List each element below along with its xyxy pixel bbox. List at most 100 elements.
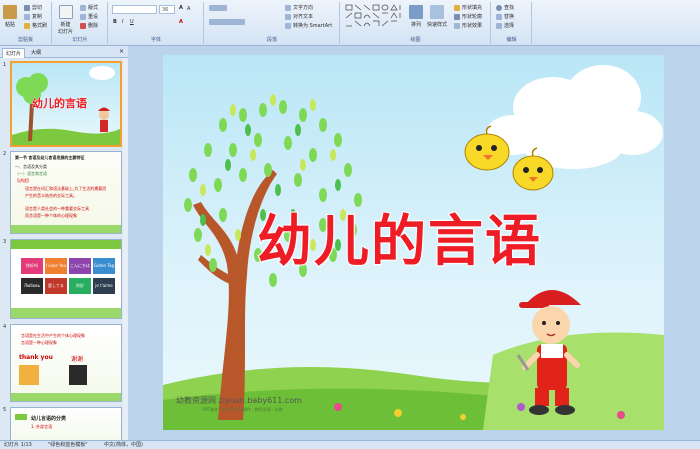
- reset-button[interactable]: 重设: [80, 13, 98, 20]
- thumb-3-cell: こんにちは: [69, 258, 91, 274]
- smartart-button[interactable]: 转换为 SmartArt: [285, 22, 332, 29]
- thumb-3-grass: [11, 308, 121, 318]
- slide-indicator: 幻灯片 1/13: [4, 442, 32, 448]
- font-color-button[interactable]: A: [179, 19, 183, 25]
- font-size-combo[interactable]: 36: [159, 5, 175, 14]
- thumb-text-line: 语言是在词汇和语法基础上,为了生活的需要而: [25, 186, 107, 191]
- thumb-text-line: 产生的音义结合的交际工具。: [25, 193, 77, 198]
- scissors-icon: [24, 4, 30, 11]
- thumbnail-scrollbar[interactable]: [123, 58, 128, 440]
- thumb-text-line: 言语是在生活中产生的个体心理现象: [21, 333, 85, 338]
- thumb-3-cell: Любовь: [21, 278, 43, 294]
- copy-button[interactable]: 复制: [24, 13, 42, 20]
- tab-outline[interactable]: 大纲: [28, 48, 44, 58]
- editing-label: 编辑: [506, 37, 517, 43]
- new-slide-icon: [58, 5, 73, 19]
- arrange-button[interactable]: 排列: [409, 5, 423, 28]
- select-icon: [496, 22, 502, 29]
- replace-button[interactable]: 替换: [496, 13, 514, 20]
- replace-icon: [496, 13, 502, 20]
- new-slide-button[interactable]: 新建 幻灯片: [58, 5, 73, 35]
- select-button[interactable]: 选择: [496, 22, 514, 29]
- grow-font-button[interactable]: A: [179, 5, 183, 11]
- text-direction-button[interactable]: 文字方向: [285, 4, 313, 11]
- align-icon: [209, 19, 245, 25]
- thumb-4-grass: [11, 393, 121, 401]
- thumb-number: 5: [3, 407, 7, 413]
- thumb-3-cell: 你好: [69, 278, 91, 294]
- current-slide[interactable]: 幼儿的言语 幼教资源网 ziyuan.baby611.com PPT课件 · 幼…: [163, 55, 664, 430]
- slide-thumbnail-3[interactable]: 你好吗 I Love You こんにちは Guten Tag Любовь 愛し…: [10, 239, 122, 319]
- shape-outline-button[interactable]: 形状轮廓: [454, 13, 482, 20]
- brush-icon: [24, 22, 30, 29]
- thumb-3-cell: Guten Tag: [93, 258, 115, 274]
- tab-slides[interactable]: 幻灯片: [2, 48, 26, 58]
- align-text-icon: [285, 13, 291, 20]
- thumb-3-cell: je t'aime: [93, 278, 115, 294]
- align-text-button[interactable]: 对齐文本: [285, 13, 313, 20]
- shapes-gallery[interactable]: [345, 4, 405, 28]
- shapes-icon: [345, 4, 401, 27]
- close-panel-icon[interactable]: ×: [119, 48, 124, 55]
- align-buttons[interactable]: [209, 19, 245, 25]
- drawing-label: 绘图: [410, 37, 421, 43]
- thumb-text-line: 一、言语及其分类: [15, 164, 47, 169]
- slide-thumbnail-5[interactable]: 幼儿言语的分类 1. 外部言语: [10, 407, 122, 440]
- editing-group: 查找 替换 选择 编辑: [492, 2, 532, 44]
- font-name-combo[interactable]: [112, 5, 157, 14]
- thumb-text-line: 谢谢: [71, 356, 84, 363]
- find-button[interactable]: 查找: [496, 4, 514, 11]
- delete-button[interactable]: 删除: [80, 22, 98, 29]
- thumb-text-line: 言语是一种心理现象: [21, 340, 57, 345]
- thumb-text-line: 而言语是一种个体的心理现象: [25, 213, 77, 218]
- paragraph-group: 文字方向 对齐文本 转换为 SmartArt 段落: [205, 2, 340, 44]
- bullets-icon: [209, 5, 227, 11]
- format-painter-button[interactable]: 格式刷: [24, 22, 47, 29]
- find-icon: [496, 4, 502, 11]
- slide-title[interactable]: 幼儿的言语: [256, 196, 542, 276]
- clipboard-group: 粘贴 剪切 复制 格式刷 剪贴板: [0, 2, 52, 44]
- thumb-text-line: 幼儿言语的分类: [31, 416, 67, 422]
- cloud: [485, 65, 663, 169]
- effects-icon: [454, 22, 460, 29]
- paragraph-label: 段落: [266, 37, 277, 43]
- slide-thumbnail-panel: 1 幼儿的言语 2 第一节 言语及幼儿言语发展的主要特征 一、言语及其分类 （一…: [0, 58, 128, 440]
- layout-button[interactable]: 版式: [80, 4, 98, 11]
- slides-label: 幻灯片: [72, 37, 88, 43]
- text-direction-icon: [285, 4, 291, 11]
- slide-thumbnail-2[interactable]: 第一节 言语及幼儿言语发展的主要特征 一、言语及其分类 （一）语言和言语 【讲述…: [10, 151, 122, 234]
- smartart-icon: [285, 22, 291, 29]
- thumb-3-cell: 愛してる: [45, 278, 67, 294]
- shape-effects-button[interactable]: 形状效果: [454, 22, 482, 29]
- thumb-text-line: 【讲述】: [15, 178, 31, 183]
- arrange-icon: [409, 5, 423, 19]
- slide-thumbnail-1[interactable]: 幼儿的言语: [10, 61, 122, 147]
- thumb-3-cell: 你好吗: [21, 258, 43, 274]
- font-group: 36 A A B I U A 字体: [109, 2, 204, 44]
- slide-thumbnail-4[interactable]: 言语是在生活中产生的个体心理现象 言语是一种心理现象 thank you 谢谢: [10, 324, 122, 402]
- thumb-number: 3: [3, 239, 7, 245]
- thumb-number: 2: [3, 151, 7, 157]
- thumb-1-title: 幼儿的言语: [32, 97, 88, 111]
- thumb-3-cell: I Love You: [45, 258, 67, 274]
- thumb-text-line: （一）语言和言语: [15, 171, 47, 176]
- thumb-number: 1: [3, 62, 7, 68]
- thumb-text-line: 第一节 言语及幼儿言语发展的主要特征: [15, 155, 85, 160]
- quick-styles-button[interactable]: 快速样式: [427, 5, 447, 28]
- thumb-text-line: 1. 外部言语: [31, 424, 53, 429]
- bullets-button[interactable]: [209, 5, 227, 11]
- slides-group: 新建 幻灯片 版式 重设 删除 幻灯片: [53, 2, 108, 44]
- bold-button[interactable]: B: [113, 19, 117, 25]
- underline-button[interactable]: U: [130, 19, 134, 25]
- thumb-4-image: [19, 365, 39, 385]
- thumb-4-image: [69, 365, 87, 385]
- shape-fill-button[interactable]: 形状填充: [454, 4, 482, 11]
- paste-button[interactable]: 粘贴: [3, 5, 17, 28]
- thumb-2-grass: [11, 225, 121, 233]
- shrink-font-button[interactable]: A: [187, 6, 190, 12]
- italic-button[interactable]: I: [122, 19, 123, 25]
- reset-icon: [80, 13, 86, 20]
- copy-icon: [24, 13, 30, 20]
- cut-button[interactable]: 剪切: [24, 4, 42, 11]
- watermark-subtext: PPT课件 · 幼儿FLASH课件 · 教学资源 · 试卷: [203, 407, 283, 412]
